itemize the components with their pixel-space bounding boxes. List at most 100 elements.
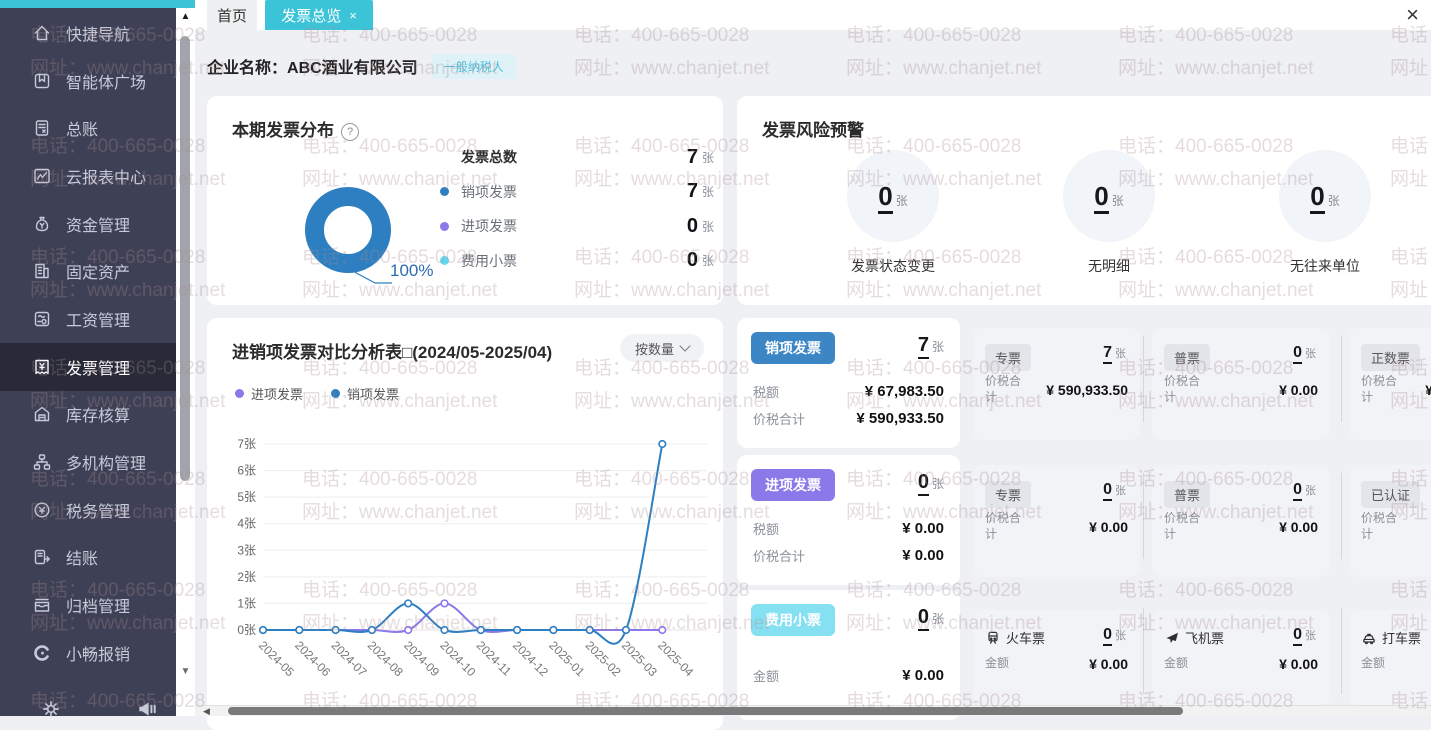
- detail-field-label: 金额: [1361, 656, 1401, 672]
- chart-legend-item[interactable]: 销项发票: [331, 384, 399, 403]
- svg-text:2024-08: 2024-08: [365, 638, 406, 679]
- sidebar-scrollbar[interactable]: ▲ ▼: [176, 8, 195, 716]
- summary-count-link[interactable]: 0: [918, 471, 929, 496]
- sidebar-item-tax[interactable]: 税务管理: [0, 486, 176, 534]
- risk-label: 无往来单位: [1235, 256, 1415, 276]
- sidebar-item-assets[interactable]: 固定资产: [0, 247, 176, 295]
- chart-legend-dot: [235, 389, 244, 398]
- archive-icon: [32, 595, 52, 615]
- summary-badge: 费用小票: [751, 604, 835, 636]
- sidebar-item-ledger[interactable]: 总账: [0, 104, 176, 152]
- chart-legend-dot: [331, 389, 340, 398]
- tab-home[interactable]: 首页: [207, 0, 257, 30]
- legend-unit: 张: [702, 252, 714, 269]
- summary-count-unit: 张: [932, 612, 944, 626]
- detail-count-unit: 张: [1115, 630, 1126, 642]
- sidebar-item-label: 云报表中心: [66, 164, 146, 188]
- risk-stat-circle: 0张: [847, 150, 939, 242]
- detail-badge: 普票: [1164, 344, 1210, 371]
- detail-field-label: 价税合计: [1164, 374, 1204, 405]
- legend-value: 7: [687, 180, 698, 203]
- legend-dot: [440, 222, 449, 231]
- detail-name-label: 火车票: [1006, 628, 1045, 647]
- legend-value: 0: [687, 249, 698, 272]
- sidebar-item-funds[interactable]: 资金管理: [0, 200, 176, 248]
- summary-count: 0张: [918, 606, 944, 629]
- chart-legend-item[interactable]: 进项发票: [235, 384, 303, 403]
- detail-count-link[interactable]: 0: [1293, 626, 1302, 646]
- field-label: 金额: [753, 666, 779, 685]
- summary-detail-card: 专票7张价税合计¥ 590,933.50: [973, 328, 1140, 440]
- sidebar-item-archive[interactable]: 归档管理: [0, 581, 176, 629]
- summary-count: 7张: [918, 334, 944, 357]
- sidebar-item-inventory[interactable]: 库存核算: [0, 391, 176, 439]
- summary-field-row: 价税合计¥ 0.00: [753, 542, 944, 569]
- detail-badge: 专票: [985, 344, 1031, 371]
- donut-chart: [305, 187, 391, 273]
- horizontal-scrollbar[interactable]: ◀: [195, 705, 1431, 716]
- summary-field-row: 价税合计¥ 590,933.50: [753, 405, 944, 432]
- sidebar-item-reimburse[interactable]: 小畅报销: [0, 629, 176, 677]
- detail-field-label: 价税合计: [985, 374, 1025, 405]
- summary-count-link[interactable]: 0: [918, 606, 929, 631]
- detail-field: 价税合计¥ 0.00: [1164, 511, 1318, 542]
- gear-icon: [40, 698, 62, 720]
- detail-count-link[interactable]: 7: [1103, 344, 1112, 364]
- summary-count-unit: 张: [932, 340, 944, 354]
- risk-count-link[interactable]: 0: [1094, 181, 1108, 214]
- sound-collapse-icon[interactable]: [136, 698, 158, 725]
- detail-field-value: ¥ 0.00: [1279, 519, 1318, 535]
- risk-count-unit: 张: [1328, 194, 1340, 208]
- sidebar-item-label: 税务管理: [66, 498, 130, 522]
- sidebar-item-invoice[interactable]: 发票管理: [0, 343, 176, 391]
- risk-count-unit: 张: [896, 194, 908, 208]
- risk-count: 0张: [1094, 181, 1123, 212]
- detail-count-link[interactable]: 0: [1293, 344, 1302, 364]
- chart-legend: 进项发票 销项发票: [235, 384, 399, 403]
- sidebar-item-closing[interactable]: 结账: [0, 534, 176, 582]
- svg-text:7张: 7张: [237, 437, 256, 451]
- detail-name: 飞机票: [1164, 628, 1224, 647]
- detail-badge: 专票: [985, 481, 1031, 508]
- sidebar-item-agent[interactable]: 智能体广场: [0, 57, 176, 105]
- detail-count-link[interactable]: 0: [1293, 481, 1302, 501]
- scroll-left-icon[interactable]: ◀: [203, 706, 210, 716]
- summary-detail-card: 飞机票0张金额¥ 0.00: [1152, 610, 1330, 706]
- speaker-icon: [136, 698, 158, 720]
- sidebar-item-report[interactable]: 云报表中心: [0, 152, 176, 200]
- sidebar-item-payroll[interactable]: 工资管理: [0, 295, 176, 343]
- sidebar-item-label: 总账: [66, 116, 98, 140]
- detail-field-value: ¥ 0.00: [1089, 519, 1128, 535]
- help-icon[interactable]: ?: [341, 123, 359, 141]
- field-value: ¥ 67,983.50: [865, 383, 944, 400]
- detail-count-link[interactable]: 0: [1103, 481, 1112, 501]
- sidebar: 快捷导航智能体广场总账云报表中心资金管理固定资产工资管理发票管理库存核算多机构管…: [0, 8, 176, 716]
- detail-count: 0张: [1293, 344, 1316, 362]
- sidebar-item-home[interactable]: 快捷导航: [0, 9, 176, 57]
- close-icon[interactable]: ×: [1406, 1, 1419, 29]
- tab-home-label: 首页: [217, 5, 247, 26]
- summary-count-link[interactable]: 7: [918, 334, 929, 359]
- scroll-down-icon[interactable]: ▼: [176, 666, 195, 677]
- tab-invoice-overview[interactable]: 发票总览 ×: [265, 0, 373, 30]
- mode-dropdown[interactable]: 按数量: [620, 334, 704, 362]
- detail-count-unit: 张: [1305, 485, 1316, 497]
- risk-count-link[interactable]: 0: [1310, 181, 1324, 214]
- scroll-up-icon[interactable]: ▲: [176, 11, 195, 22]
- donut-percent-label: 100%: [390, 261, 433, 281]
- sidebar-item-label: 工资管理: [66, 307, 130, 331]
- summary-field-row: 税额¥ 67,983.50: [753, 378, 944, 405]
- vertical-divider: [1341, 336, 1342, 422]
- sidebar-item-label: 发票管理: [66, 355, 130, 379]
- detail-count-link[interactable]: 0: [1103, 626, 1112, 646]
- summary-detail-card: 普票0张价税合计¥ 0.00: [1152, 465, 1330, 577]
- chart-title: 进销项发票对比分析表□(2024/05-2025/04): [232, 338, 552, 363]
- sidebar-item-org[interactable]: 多机构管理: [0, 438, 176, 486]
- svg-text:2024-09: 2024-09: [401, 638, 442, 679]
- horizontal-scrollbar-thumb[interactable]: [228, 707, 1183, 715]
- risk-count-link[interactable]: 0: [878, 181, 892, 214]
- tab-close-icon[interactable]: ×: [349, 8, 357, 23]
- legend-row: 费用小票0张: [440, 244, 714, 279]
- sidebar-scrollbar-thumb[interactable]: [180, 36, 190, 481]
- settings-gear-icon[interactable]: [40, 698, 62, 725]
